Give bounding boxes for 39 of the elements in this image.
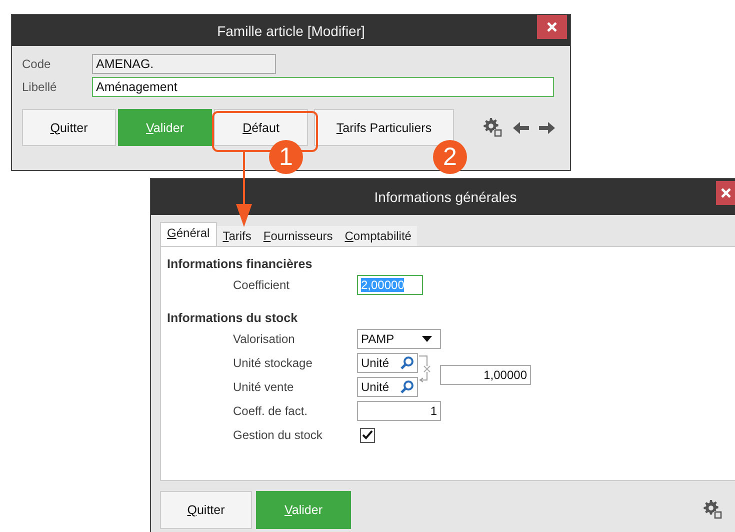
caret-icon [422, 336, 432, 342]
field-label: Code [22, 57, 52, 71]
field-label: Valorisation [233, 332, 296, 346]
close-button[interactable] [537, 15, 567, 39]
close-icon [546, 21, 558, 33]
input-field[interactable]: 1,00000 [440, 365, 531, 385]
tab[interactable]: Comptabilité [338, 226, 418, 246]
tab[interactable]: Tarifs [216, 226, 258, 246]
dropdown[interactable]: PAMP [357, 329, 441, 349]
checkbox[interactable] [360, 428, 375, 442]
window-title: Famille article [Modifier] [217, 22, 365, 38]
field-label: Unité vente [233, 380, 295, 394]
section-heading: Informations financières [167, 257, 314, 271]
tab[interactable]: Général [160, 222, 217, 246]
input-field[interactable]: 1 [357, 401, 441, 421]
settings-icon[interactable] [482, 116, 504, 138]
input-field[interactable]: Aménagement [92, 77, 554, 97]
tab[interactable]: Fournisseurs [257, 226, 339, 246]
lookup-field[interactable]: Unité [357, 353, 418, 373]
action-button[interactable]: Quitter [160, 491, 252, 529]
field-label: Coefficient [233, 278, 290, 292]
close-icon [720, 187, 732, 199]
lookup-field[interactable]: Unité [357, 377, 418, 397]
arrow-right-icon[interactable] [538, 120, 556, 134]
search-icon[interactable] [400, 380, 414, 394]
settings-icon[interactable] [702, 499, 724, 521]
action-button[interactable]: Défaut [214, 109, 308, 146]
field-label: Coeff. de fact. [233, 404, 308, 418]
window-title: Informations générales [374, 189, 517, 205]
search-icon[interactable] [400, 356, 414, 370]
arrow-left-icon[interactable] [512, 120, 530, 134]
field-label: Gestion du stock [233, 428, 324, 442]
check-icon [362, 430, 373, 440]
action-button[interactable]: Tarifs Particuliers [314, 109, 454, 146]
field-label: Unité stockage [233, 356, 314, 370]
section-heading: Informations du stock [167, 311, 299, 325]
field-label: Libellé [22, 80, 58, 94]
action-button[interactable]: Quitter [22, 109, 116, 146]
close-button[interactable] [716, 181, 735, 205]
